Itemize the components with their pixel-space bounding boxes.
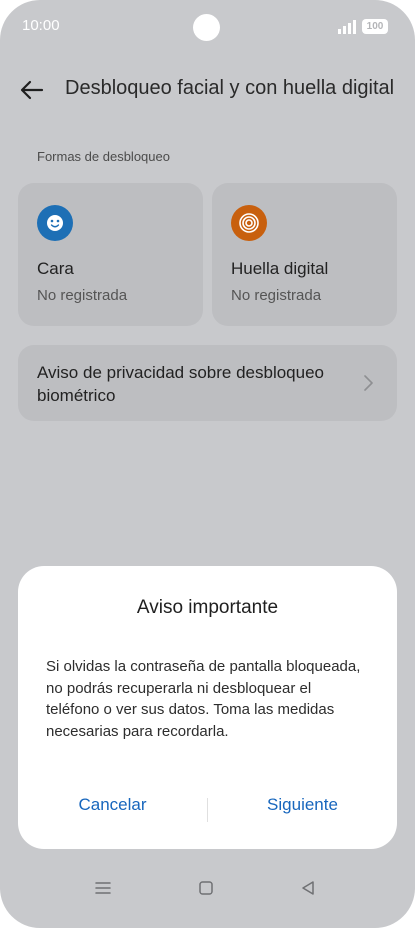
navigation-bar: [0, 868, 415, 928]
privacy-notice-item[interactable]: Aviso de privacidad sobre desbloqueo bio…: [18, 345, 397, 421]
battery-icon: 100: [362, 19, 388, 34]
card-title: Cara: [37, 259, 74, 278]
back-triangle-icon[interactable]: [290, 880, 326, 910]
dialog-message: Si olvidas la contraseña de pantalla blo…: [46, 658, 361, 740]
card-status: No registrada: [37, 287, 128, 304]
cancel-button[interactable]: Cancelar: [18, 788, 207, 822]
dialog-title: Aviso importante: [136, 597, 279, 618]
battery-level: 100: [366, 21, 384, 32]
next-button[interactable]: Siguiente: [208, 788, 397, 822]
app-header: Desbloqueo facial y con huella digital: [0, 60, 415, 118]
phone-screen: 10:00 100 Desbloqueo facial y con huella…: [0, 0, 415, 928]
chevron-right-icon: [364, 375, 373, 391]
fingerprint-icon: [231, 205, 267, 241]
face-icon: [37, 205, 73, 241]
card-status: No registrada: [231, 287, 322, 304]
home-icon[interactable]: [188, 880, 224, 910]
card-title: Huella digital: [231, 259, 329, 278]
unlock-method-face-card[interactable]: Cara No registrada: [18, 183, 203, 326]
privacy-notice-label: Aviso de privacidad sobre desbloqueo bio…: [37, 363, 324, 405]
page-title: Desbloqueo facial y con huella digital: [65, 77, 395, 99]
unlock-method-fingerprint-card[interactable]: Huella digital No registrada: [212, 183, 397, 326]
status-bar: 10:00 100: [0, 0, 415, 50]
section-label: Formas de desbloqueo: [37, 149, 170, 164]
menu-icon[interactable]: [85, 880, 121, 910]
status-time: 10:00: [22, 17, 60, 34]
camera-cutout: [193, 14, 220, 41]
important-notice-dialog: Aviso importante Si olvidas la contraseñ…: [18, 566, 397, 849]
back-arrow-icon[interactable]: [18, 76, 46, 104]
signal-icon: [338, 20, 356, 34]
